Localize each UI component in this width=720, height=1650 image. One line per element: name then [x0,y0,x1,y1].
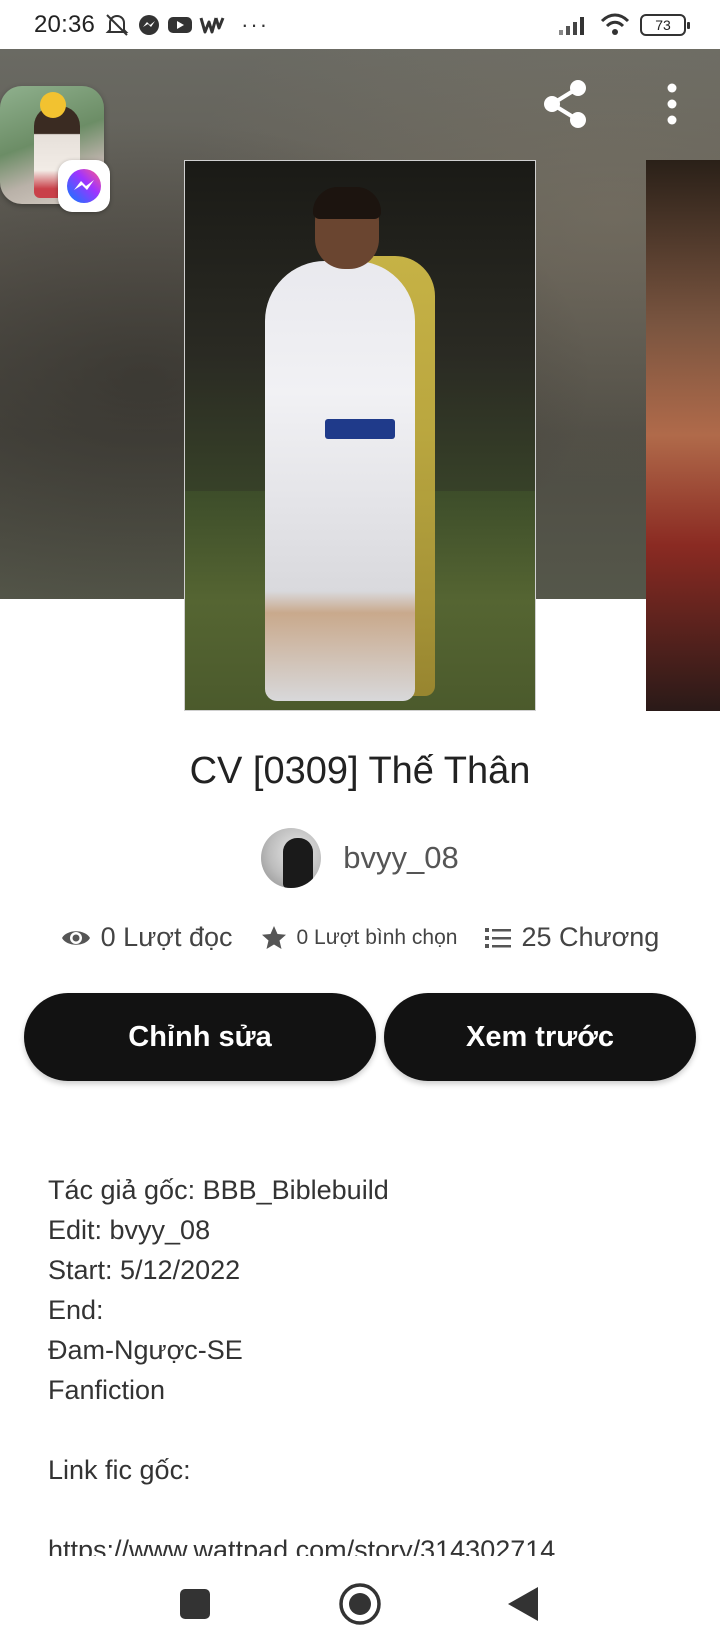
author-row[interactable]: bvyy_08 [0,828,720,888]
more-vertical-icon[interactable] [652,80,692,128]
messenger-icon [139,14,160,35]
battery-icon: 73 [640,13,690,36]
preview-button[interactable]: Xem trước [384,993,696,1081]
messenger-logo [67,169,101,203]
description-line: Edit: bvyy_08 [48,1215,211,1245]
star-icon [261,925,286,949]
story-description: Tác giả gốc: BBB_Biblebuild Edit: bvyy_0… [48,1170,688,1556]
w-app-icon [199,16,225,33]
story-title: CV [0309] Thế Thân [189,750,531,792]
status-bar: 20:36 ··· 73 [0,0,720,49]
list-icon [485,927,512,948]
story-cover-image[interactable] [184,160,536,711]
description-line: Fanfiction [48,1375,166,1405]
description-line [48,1410,688,1450]
cover-figure-hair-top [313,187,381,219]
share-icon[interactable] [538,76,594,132]
description-line: Tác giả gốc: BBB_Biblebuild [48,1175,389,1205]
eye-icon [61,930,90,945]
battery-level: 73 [655,16,671,33]
home-circle-icon[interactable] [338,1582,382,1626]
description-line: Link fic gốc: [48,1455,191,1485]
emoji-sticker [40,92,66,118]
next-story-cover[interactable] [646,160,720,711]
story-stats: 0 Lượt đọc 0 Lượt bình chọn 25 Chương [0,922,720,953]
avatar[interactable] [261,828,322,888]
reads-stat: 0 Lượt đọc [61,922,233,953]
messenger-badge-icon[interactable] [58,160,110,212]
status-right: 73 [558,0,690,49]
youtube-icon [168,16,193,33]
recents-square-icon[interactable] [173,1582,217,1626]
status-time: 20:36 [34,10,96,38]
description-line: End: [48,1295,104,1325]
author-name[interactable]: bvyy_08 [343,840,458,876]
votes-stat: 0 Lượt bình chọn [261,925,458,951]
more-notifications-icon: ··· [241,11,270,37]
notification-icons [103,12,225,38]
back-triangle-icon[interactable] [502,1582,546,1626]
votes-count: 0 Lượt bình chọn [296,925,458,949]
description-line: Start: 5/12/2022 [48,1255,241,1285]
description-line: Đam-Ngược-SE [48,1335,243,1365]
muted-bell-icon [105,13,129,36]
cover-shirt-sponsor [325,419,395,439]
reads-count: 0 Lượt đọc [100,922,233,952]
chapters-stat: 25 Chương [485,922,659,953]
system-nav-bar [0,1556,720,1650]
wifi-icon [600,13,630,35]
cover-figure-front [265,261,415,701]
signal-icon [559,16,584,35]
edit-button[interactable]: Chỉnh sửa [24,993,376,1081]
chapters-count: 25 Chương [521,922,660,952]
description-line [48,1490,688,1530]
description-link[interactable]: https://www.wattpad.com/story/314302714 [48,1530,688,1556]
